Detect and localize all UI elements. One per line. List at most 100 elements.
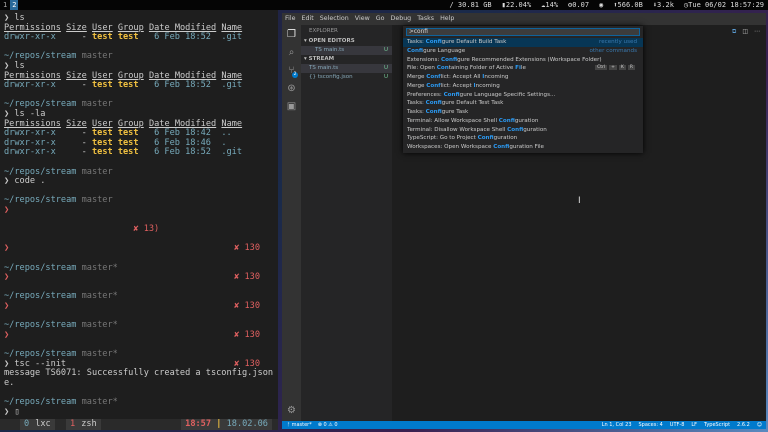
terminal-text: drwxr-xr-x: [4, 147, 56, 158]
command-item[interactable]: File: Open Containing Folder of Active F…: [403, 64, 643, 73]
match-highlight: Confi: [407, 47, 424, 54]
command-text: Terminal: Allow Workspace Shell: [407, 117, 499, 124]
terminal-line: ❯ ✘ 130: [4, 272, 274, 283]
terminal-text: Size: [66, 70, 87, 81]
tmux-status-bar: 0 lxc 1 zsh 18:57 | 18.02.06: [0, 419, 278, 430]
menu-debug[interactable]: Debug: [390, 13, 411, 25]
command-palette-input[interactable]: >confi: [406, 28, 640, 36]
system-stat: ▮22.04%: [501, 1, 532, 9]
terminal-text: .git: [210, 32, 243, 43]
match-highlight: Confi: [441, 56, 458, 63]
debug-icon[interactable]: ⊛: [286, 83, 297, 94]
terminal-text: master: [76, 166, 113, 177]
command-item[interactable]: Extensions: Configure Recommended Extens…: [403, 56, 643, 65]
terminal-window[interactable]: ❯ ls Permissions Size User Group Date Mod…: [0, 10, 278, 430]
terminal-text: 6 Feb 18:52: [138, 32, 211, 43]
command-item[interactable]: Tasks: Configure Default Build Task recen…: [403, 38, 643, 47]
command-item[interactable]: Workspaces: Open Workspace Configuration…: [403, 143, 643, 152]
terminal-line: ❯ ✘ 130: [4, 330, 274, 341]
workspace-2[interactable]: 2: [10, 0, 19, 10]
terminal-text: ~/repos/stream: [4, 51, 77, 62]
indentation[interactable]: Spaces: 4: [639, 421, 663, 429]
open-editor-main-ts[interactable]: TS main.ts U: [301, 46, 392, 55]
command-text: guration: [523, 126, 547, 133]
split-editor-icon[interactable]: ◫: [742, 28, 748, 36]
key: Ctrl: [595, 65, 608, 71]
menu-selection[interactable]: Selection: [320, 13, 349, 25]
search-icon[interactable]: ⌕: [286, 47, 297, 58]
terminal-text: 6 Feb 18:46: [138, 137, 211, 148]
menu-go[interactable]: Go: [376, 13, 385, 25]
tmux-window-0[interactable]: 0 lxc: [20, 419, 55, 430]
terminal-text: ❯ ls: [4, 61, 25, 71]
terminal-text: test test: [91, 128, 139, 139]
command-item[interactable]: Terminal: Disallow Workspace Shell Confi…: [403, 126, 643, 135]
command-item[interactable]: Tasks: Configure Task: [403, 108, 643, 117]
editor-area[interactable]: ⧉ ◫ ⋯ >confi Tasks: Configure Default Bu…: [392, 25, 766, 421]
terminal-text: ❯ ▯: [4, 406, 20, 417]
terminal-line: ✘ 13): [4, 224, 274, 235]
terminal-line: ~/repos/stream master*: [4, 397, 274, 408]
feedback-smiley-icon[interactable]: ☺: [757, 421, 762, 429]
command-item[interactable]: Preferences: Configure Language Specific…: [403, 91, 643, 100]
terminal-text: drwxr-xr-x: [4, 128, 56, 139]
command-item[interactable]: TypeScript: Go to Project Configuration: [403, 134, 643, 143]
file-tsconfig-json[interactable]: {} tsconfig.json U: [301, 73, 392, 82]
terminal-text: ~/repos/stream: [4, 320, 77, 331]
key: R: [627, 65, 635, 71]
key: +: [609, 65, 617, 71]
terminal-line: drwxr-xr-x - test test 6 Feb 18:52 .git: [4, 80, 274, 91]
terminal-text: -: [55, 128, 92, 139]
command-text: File: Open: [407, 65, 437, 72]
stream-folder-header[interactable]: ▾ STREAM: [301, 55, 392, 64]
terminal-text: ❯ tsc --init: [4, 358, 67, 369]
match-highlight: Confi: [425, 39, 442, 45]
menu-help[interactable]: Help: [440, 13, 454, 25]
open-editors-header[interactable]: ▾ OPEN EDITORS: [301, 37, 392, 46]
tmux-window-1[interactable]: 1 zsh: [66, 419, 101, 430]
extensions-icon[interactable]: ▣: [286, 101, 297, 112]
encoding[interactable]: UTF-8: [670, 421, 685, 429]
terminal-text: ❯: [4, 272, 10, 283]
menu-view[interactable]: View: [355, 13, 370, 25]
terminal-text: drwxr-xr-x: [4, 137, 56, 148]
menu-file[interactable]: File: [285, 13, 296, 25]
command-item[interactable]: Merge Conflict: Accept All Incoming: [403, 73, 643, 82]
window-name: lxc: [35, 419, 51, 429]
settings-gear-icon[interactable]: ⚙: [286, 405, 297, 416]
match-highlight: Confi: [443, 91, 460, 98]
explorer-icon[interactable]: ❐: [286, 29, 297, 40]
open-changes-icon[interactable]: ⧉: [732, 28, 736, 36]
terminal-text: ❯: [4, 243, 10, 254]
command-item[interactable]: Tasks: Configure Default Test Task: [403, 99, 643, 108]
menu-edit[interactable]: Edit: [302, 13, 314, 25]
terminal-text: User: [92, 118, 113, 129]
terminal-text: .git: [210, 147, 243, 158]
line-ending[interactable]: LF: [691, 421, 697, 429]
terminal-text: ~/repos/stream: [4, 397, 77, 407]
language-mode[interactable]: TypeScript: [704, 421, 730, 429]
command-item[interactable]: Terminal: Allow Workspace Shell Configur…: [403, 117, 643, 126]
more-actions-icon[interactable]: ⋯: [754, 28, 760, 36]
command-text: gure Language Specific Settings...: [459, 91, 556, 98]
command-text: Tasks:: [407, 39, 426, 45]
workspace-1[interactable]: 1: [1, 0, 9, 10]
match-highlight: Con: [436, 65, 449, 72]
menu-tasks[interactable]: Tasks: [417, 13, 434, 25]
command-item[interactable]: Configure Language other commands: [403, 47, 643, 56]
file-main-ts[interactable]: TS main.ts U: [301, 64, 392, 73]
terminal-text: e.: [4, 377, 15, 388]
terminal-text: Name: [221, 22, 243, 33]
workspace-switcher[interactable]: 1 2: [1, 0, 19, 10]
cursor-position[interactable]: Ln 1, Col 23: [602, 421, 632, 429]
branch-indicator[interactable]: ᚠ master*: [287, 421, 312, 429]
command-text: gure Recommended Extensions (Workspace F…: [457, 56, 602, 63]
command-item[interactable]: Merge Conflict: Accept Incoming: [403, 82, 643, 91]
ts-version[interactable]: 2.6.2: [737, 421, 750, 429]
scm-badge: 2: [292, 72, 298, 78]
terminal-text: drwxr-xr-x: [4, 80, 56, 91]
problems-indicator[interactable]: ⊗ 0 ⚠ 0: [318, 421, 338, 429]
command-text: gure Default Test Task: [441, 100, 504, 107]
source-control-icon[interactable]: ⑂ 2: [286, 65, 298, 78]
command-text: Terminal: Disallow Workspace Shell: [407, 126, 508, 133]
